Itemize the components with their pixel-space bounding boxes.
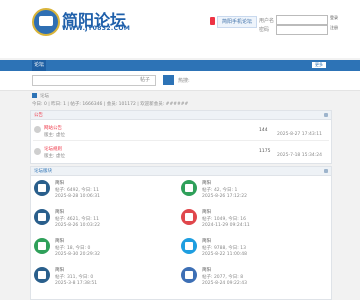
notice-last[interactable]: 2025-7-18 15:34:24 — [277, 153, 322, 158]
forum-panel: 论坛版块 简阳 帖子: 6492, 今日: 11 2025-8-28 10:06:3… — [30, 166, 332, 300]
panel-title: 论坛版块 — [34, 169, 52, 174]
notice-title[interactable]: 网站公告 — [44, 125, 62, 131]
forum-name[interactable]: 简阳 — [202, 209, 211, 215]
forum-last-post[interactable]: 2025-8-22 11:00:48 — [202, 252, 247, 257]
forum-stats: 帖子: 4621, 今日: 11 — [55, 217, 99, 222]
nav-more-button[interactable]: 更多 — [312, 62, 326, 68]
notice-count: 144 — [259, 128, 268, 133]
forum-stats: 帖子: 2077, 今日: 8 — [202, 275, 244, 280]
forum-icon[interactable] — [181, 267, 197, 283]
forum-last-post[interactable]: 2025-8-24 09:22:43 — [202, 281, 247, 286]
forum-name[interactable]: 简阳 — [55, 238, 64, 244]
notice-sub: 版主: 虚位 — [44, 154, 65, 159]
notice-title[interactable]: 论坛规则 — [44, 146, 62, 152]
forum-stats: 今日: 0 | 昨日: 1 | 帖子: 1666346 | 会员: 101172… — [32, 102, 189, 107]
forum-stats: 帖子: 6492, 今日: 11 — [55, 188, 99, 193]
forum-last-post[interactable]: 2025-3-8 17:38:51 — [55, 281, 97, 286]
logo-url[interactable]: WWW.JY0832.COM — [62, 25, 130, 32]
forum-stats: 帖子: 18, 今日: 0 — [55, 246, 91, 251]
forum-stats: 帖子: 1049, 今日: 16 — [202, 217, 246, 222]
logo-badge[interactable] — [32, 8, 60, 36]
avatar — [34, 148, 41, 155]
hot-search-label: 热搜: — [178, 78, 190, 84]
forum-stats: 帖子: 42, 今日: 1 — [202, 188, 238, 193]
forum-icon[interactable] — [181, 209, 197, 225]
search-button[interactable] — [163, 75, 174, 85]
forum-stats: 帖子: 9788, 今日: 13 — [202, 246, 246, 251]
password-input[interactable] — [276, 25, 328, 35]
password-label: 密码 — [259, 27, 270, 33]
username-input[interactable] — [276, 15, 328, 25]
notice-sub: 版主: 虚位 — [44, 133, 65, 138]
forum-name[interactable]: 简阳 — [202, 238, 211, 244]
divider — [33, 140, 329, 141]
notice-panel: 公告 网站公告 版主: 虚位 144 2025-8-27 17:43:11 论坛… — [30, 110, 332, 164]
forum-icon[interactable] — [181, 180, 197, 196]
forum-name[interactable]: 简阳 — [55, 209, 64, 215]
collapse-icon[interactable] — [324, 113, 328, 117]
forum-icon[interactable] — [34, 267, 50, 283]
main-nav: 论坛 更多 — [0, 60, 360, 71]
notice-last[interactable]: 2025-8-27 17:43:11 — [277, 132, 322, 137]
forum-name[interactable]: 简阳 — [202, 267, 211, 273]
login-button[interactable]: 登录 — [330, 15, 344, 23]
panel-header: 论坛版块 — [31, 167, 331, 176]
register-button[interactable]: 注册 — [330, 25, 344, 33]
avatar — [34, 126, 41, 133]
forum-last-post[interactable]: 2025-8-28 10:06:31 — [55, 194, 100, 199]
notice-count: 1175 — [259, 149, 271, 154]
search-input[interactable] — [32, 75, 156, 86]
forum-last-post[interactable]: 2025-8-26 10:03:22 — [55, 223, 100, 228]
forum-name[interactable]: 简阳 — [202, 180, 211, 186]
panel-title: 公告 — [34, 113, 43, 118]
search-scope-select[interactable]: 帖子 — [140, 76, 150, 83]
mobile-phone-icon — [210, 17, 215, 25]
forum-last-post[interactable]: 2024-11-29 09:24:11 — [202, 223, 250, 228]
mobile-forum-link[interactable]: 简阳手机论坛 — [217, 16, 257, 28]
forum-last-post[interactable]: 2025-8-26 17:12:22 — [202, 194, 247, 199]
forum-icon[interactable] — [34, 209, 50, 225]
forum-name[interactable]: 简阳 — [55, 180, 64, 186]
breadcrumb[interactable]: 论坛 — [40, 93, 49, 99]
forum-last-post[interactable]: 2025-8-30 20:29:32 — [55, 252, 100, 257]
panel-header: 公告 — [31, 111, 331, 120]
forum-icon[interactable] — [181, 238, 197, 254]
collapse-icon[interactable] — [324, 169, 328, 173]
nav-home[interactable]: 论坛 — [32, 60, 46, 71]
forum-icon[interactable] — [34, 180, 50, 196]
home-icon[interactable] — [32, 93, 37, 98]
username-label: 用户名 — [259, 18, 275, 24]
forum-icon[interactable] — [34, 238, 50, 254]
forum-name[interactable]: 简阳 — [55, 267, 64, 273]
forum-stats: 帖子: 311, 今日: 0 — [55, 275, 94, 280]
